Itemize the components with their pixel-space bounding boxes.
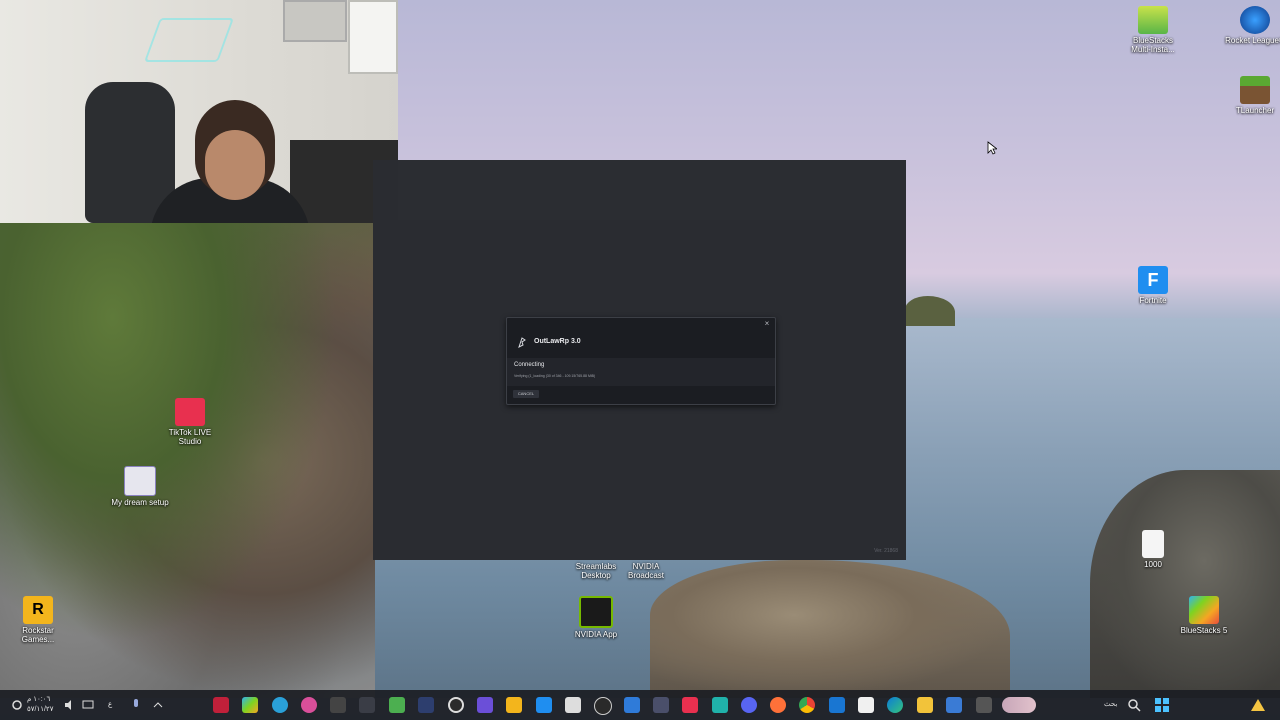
- launcher-version: Ver. 21868: [874, 548, 898, 554]
- windows-start-icon[interactable]: [1154, 697, 1170, 713]
- itunes-taskbar-icon[interactable]: [301, 697, 317, 713]
- desktop-icon-nvidia-app[interactable]: NVIDIA App: [566, 596, 626, 639]
- desktop-icon-label: NVIDIA App: [574, 630, 618, 639]
- desktop-icon-label: NVIDIA Broadcast: [627, 562, 665, 580]
- clock-date[interactable]: ٥٧/١١/٢٧: [27, 705, 53, 713]
- dialog-title: OutLawRp 3.0: [534, 338, 581, 345]
- keyboard-taskbar-icon[interactable]: [359, 697, 375, 713]
- tiktok-taskbar-icon[interactable]: [682, 697, 698, 713]
- app-taskbar-icon-3[interactable]: [272, 697, 288, 713]
- minecraft-block-icon: [1240, 76, 1270, 104]
- image-file-icon: [124, 466, 156, 496]
- desktop-wallpaper-rocks-right: [1090, 470, 1280, 698]
- desktop-icon-label: My dream setup: [111, 498, 169, 507]
- rocket-league-icon: [1240, 6, 1270, 34]
- desktop-icon-tlauncher[interactable]: TLauncher: [1225, 76, 1280, 115]
- discord-taskbar-icon[interactable]: [741, 697, 757, 713]
- app-taskbar-icon-5[interactable]: [330, 697, 346, 713]
- dialog-status: Connecting: [514, 362, 545, 368]
- chrome-taskbar-icon[interactable]: [799, 697, 815, 713]
- desktop-icon-tiktok-live[interactable]: TikTok LIVE Studio: [160, 398, 220, 446]
- app-taskbar-icon-10[interactable]: [477, 697, 493, 713]
- webcam-person-face: [205, 130, 265, 200]
- launcher-top-area: [398, 160, 906, 220]
- fortnite-icon: F: [1138, 266, 1168, 294]
- desktop-icon-label: TLauncher: [1235, 106, 1275, 115]
- desktop-icon-rocket-league[interactable]: Rocket League®: [1225, 6, 1280, 45]
- desktop-icon-file-1000[interactable]: 1000: [1123, 530, 1183, 569]
- fortnite-taskbar-icon[interactable]: [536, 697, 552, 713]
- webcam-background-window: [283, 0, 347, 42]
- desktop-icon-bluestacks5[interactable]: BlueStacks 5: [1174, 596, 1234, 635]
- edge-taskbar-icon[interactable]: [887, 697, 903, 713]
- search-icon[interactable]: [1126, 697, 1142, 713]
- desktop-icon-label: Rockstar Games...: [21, 626, 55, 644]
- cancel-button[interactable]: CANCEL: [513, 390, 539, 398]
- outlaw-logo-icon: [518, 337, 526, 348]
- bluestacks-taskbar-icon[interactable]: [242, 697, 258, 713]
- rockstar-icon: R: [23, 596, 53, 624]
- desktop-wallpaper-headland: [905, 296, 955, 326]
- gear-taskbar-icon[interactable]: [448, 697, 464, 713]
- webcam-wall-lamp: [143, 18, 235, 62]
- desktop-icon-label: TikTok LIVE Studio: [168, 428, 212, 446]
- desktop-icon-nvidia-broadcast[interactable]: NVIDIA Broadcast: [616, 562, 676, 580]
- app-taskbar-icon-22[interactable]: [829, 697, 845, 713]
- app-taskbar-icon-7[interactable]: [389, 697, 405, 713]
- desktop-icon-label: Rocket League®: [1225, 36, 1280, 45]
- desktop-icon-fortnite[interactable]: F Fortnite: [1123, 266, 1183, 305]
- desktop-icon-label: BlueStacks Multi-Insta...: [1131, 36, 1175, 54]
- taskbar: ١٠:٠٦ م ٥٧/١١/٢٧ ع بحث: [0, 690, 1280, 720]
- desktop-icon-bluestacks-multi[interactable]: BlueStacks Multi-Insta...: [1123, 6, 1183, 54]
- file-explorer-taskbar-icon[interactable]: [917, 697, 933, 713]
- desktop-icon-label: 1000: [1144, 560, 1162, 569]
- outlaw-taskbar-icon[interactable]: [213, 697, 229, 713]
- dialog-body: Connecting Verifying (1_loading (30 of 3…: [507, 358, 775, 386]
- microphone-icon[interactable]: [128, 697, 144, 713]
- connecting-dialog: × OutLawRp 3.0 Connecting Verifying (1_l…: [506, 317, 776, 405]
- language-indicator[interactable]: ع: [108, 700, 112, 708]
- store-taskbar-icon[interactable]: [858, 697, 874, 713]
- tiktok-icon: [175, 398, 205, 426]
- warning-icon[interactable]: [1250, 697, 1266, 713]
- app-taskbar-icon-26[interactable]: [946, 697, 962, 713]
- webcam-background-door: [348, 0, 398, 74]
- text-file-icon: [1142, 530, 1164, 558]
- desktop-icon-rockstar[interactable]: R Rockstar Games...: [8, 596, 68, 644]
- notepad-taskbar-icon[interactable]: [624, 697, 640, 713]
- rockstar-taskbar-icon[interactable]: [506, 697, 522, 713]
- network-icon[interactable]: [80, 697, 96, 713]
- firefox-taskbar-icon[interactable]: [770, 697, 786, 713]
- app-taskbar-icon-18[interactable]: [712, 697, 728, 713]
- speaker-icon[interactable]: [62, 697, 78, 713]
- clock-time[interactable]: ١٠:٠٦ م: [27, 695, 50, 703]
- desktop-icon-my-dream-setup[interactable]: My dream setup: [110, 466, 170, 507]
- settings-icon[interactable]: [10, 697, 24, 713]
- bluestacks-multi-icon: [1138, 6, 1168, 34]
- task-view-icon[interactable]: [976, 697, 992, 713]
- close-icon[interactable]: ×: [762, 319, 772, 329]
- search-label[interactable]: بحث: [1104, 700, 1117, 708]
- chevron-up-icon[interactable]: [150, 697, 166, 713]
- desktop-icon-label: BlueStacks 5: [1180, 626, 1228, 635]
- desktop-icon-label: Fortnite: [1139, 296, 1167, 305]
- nvidia-icon: [579, 596, 613, 628]
- app-taskbar-icon-8[interactable]: [418, 697, 434, 713]
- capcut-taskbar-icon[interactable]: [565, 697, 581, 713]
- app-taskbar-icon-16[interactable]: [653, 697, 669, 713]
- webcam-overlay: [0, 0, 398, 223]
- obs-taskbar-icon[interactable]: [594, 697, 612, 715]
- bluestacks-icon: [1189, 596, 1219, 624]
- widget-taskbar-icon[interactable]: [1002, 697, 1036, 713]
- dialog-detail: Verifying (1_loading (30 of 346 - 109.15…: [514, 374, 596, 378]
- mouse-cursor-icon: [987, 141, 997, 155]
